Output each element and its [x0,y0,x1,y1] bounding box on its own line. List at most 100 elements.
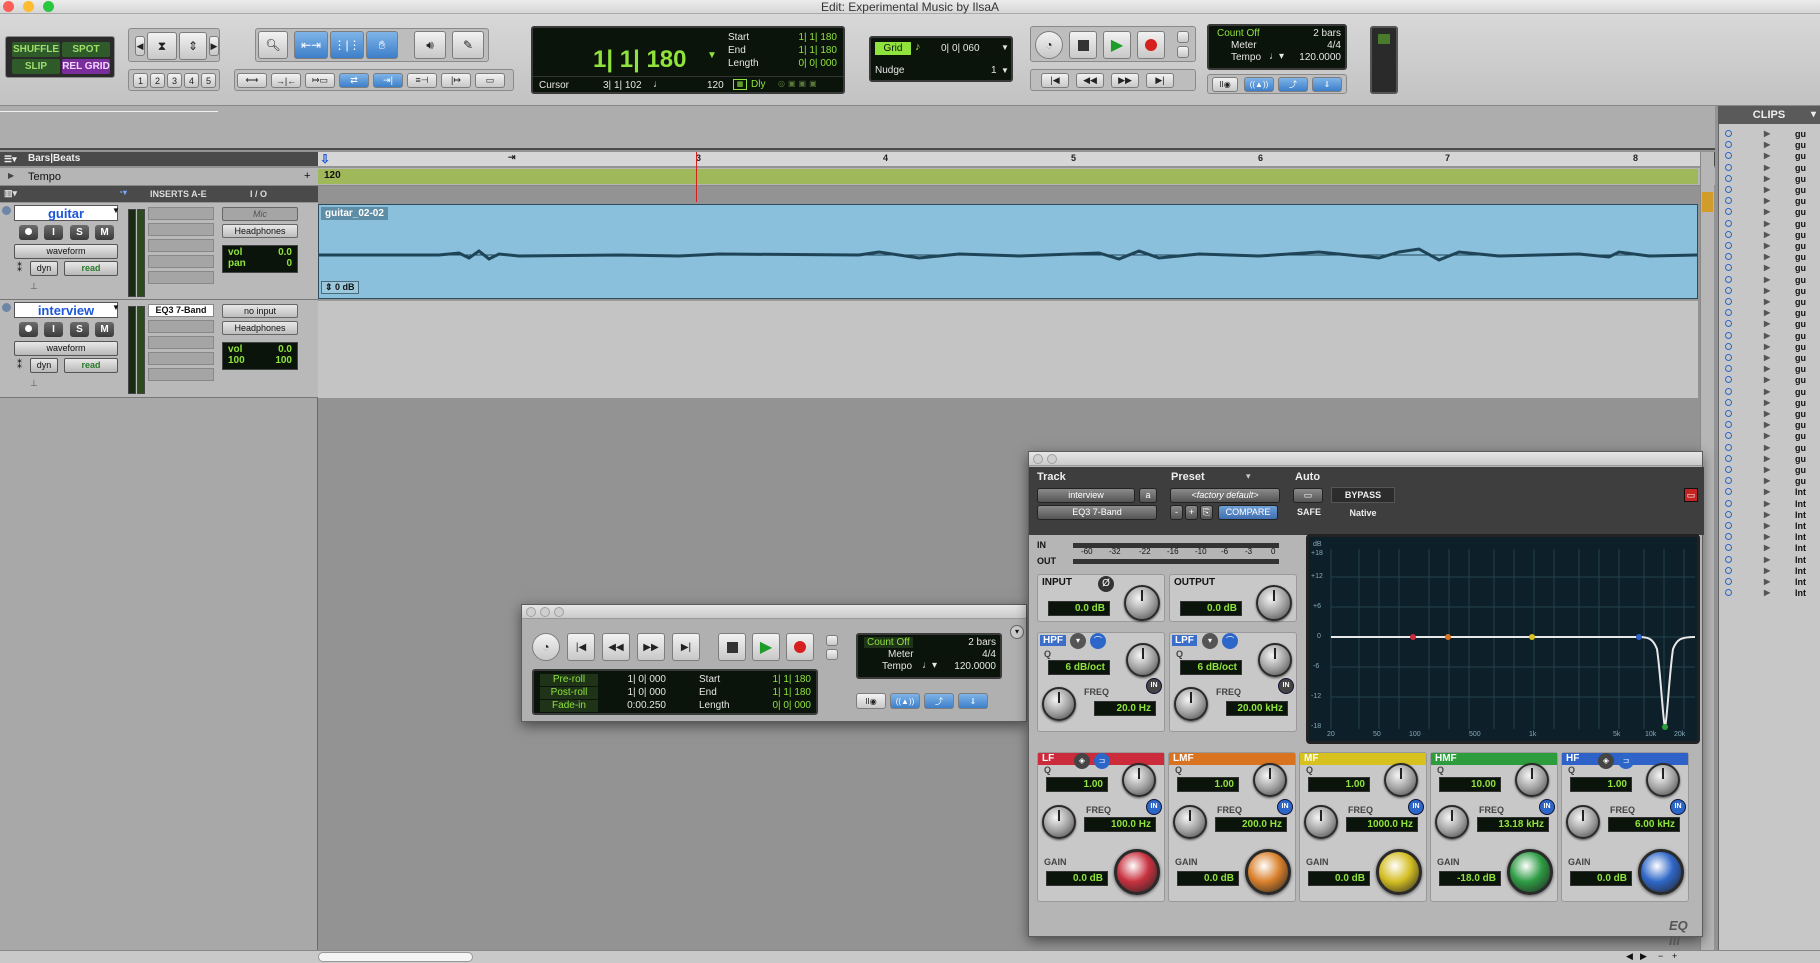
bars-beats-ruler[interactable]: ☰▾ Bars|Beats ⇩ ⇥ 3 4 5 6 7 8 [0,152,1715,166]
clip-list-item[interactable]: ▶ gu [1720,454,1818,465]
waveform-zoom-icon[interactable]: ⧗ [147,32,177,60]
band-freq-knob[interactable] [1304,805,1338,839]
grid-toggle-button[interactable]: Grid [875,42,911,55]
eq-window-titlebar[interactable] [1029,452,1702,466]
band-freq-value[interactable]: 100.0 Hz [1084,817,1156,832]
track-header-interview[interactable]: interview ▼ I S M waveform ⁑ dyn read ⊥ … [0,300,318,398]
phase-invert-icon[interactable]: Ø [1098,576,1114,592]
scrollbar-thumb[interactable] [318,952,473,962]
minimize-window-icon[interactable] [540,607,550,617]
insert-slot-b[interactable] [148,320,214,333]
band-freq-value[interactable]: 6.00 kHz [1608,817,1680,832]
clip-list-item[interactable]: ▶ gu [1720,409,1818,420]
band-freq-knob[interactable] [1173,805,1207,839]
clip-list-item[interactable]: ▶ gu [1720,465,1818,476]
clip-list-item[interactable]: ▶ Int [1720,532,1818,543]
clip-list-item[interactable]: ▶ gu [1720,443,1818,454]
pencil-tool-icon[interactable]: ✎ [452,31,484,59]
link-timeline-icon[interactable]: ↦▭ [305,73,335,88]
tab-to-transient-icon[interactable]: ⟷ [237,73,267,88]
clip-list-item[interactable]: ▶ Int [1720,543,1818,554]
band-q-knob[interactable] [1122,763,1156,797]
interview-track-lane[interactable] [318,300,1698,398]
clip-list-item[interactable]: ▶ Int [1720,510,1818,521]
insert-slot-d[interactable] [148,352,214,365]
dyn-button[interactable]: dyn [30,358,58,373]
clip-list-item[interactable]: ▶ gu [1720,476,1818,487]
clip-list-item[interactable]: ▶ gu [1720,431,1818,442]
track-name-dropdown-icon[interactable]: ▼ [112,303,120,312]
ruler-menu-icon[interactable]: ☰▾ [4,154,17,165]
length-value[interactable]: 0| 0| 000 [773,58,837,69]
loop-record-icon[interactable] [1177,46,1189,58]
record-icon[interactable] [786,633,814,661]
band-in-button[interactable]: IN [1277,799,1293,815]
selector-tool-icon[interactable]: ⋮|⋮ [330,31,364,59]
rel-grid-mode-button[interactable]: REL GRID [62,59,110,74]
band-gain-value[interactable]: -18.0 dB [1439,871,1501,886]
clips-menu-icon[interactable]: ▾ [1811,106,1816,124]
scroll-right-icon[interactable]: ▶ [1640,951,1647,962]
play-icon[interactable]: ▶ [752,633,780,661]
rewind-icon[interactable]: ◀◀ [602,633,630,661]
lpf-q-knob[interactable] [1258,643,1292,677]
clip-list-item[interactable]: ▶ gu [1720,163,1818,174]
close-window-icon[interactable] [526,607,536,617]
return-to-zero-icon[interactable]: |◀ [567,633,595,661]
next-preset-button[interactable]: + [1185,505,1198,520]
postroll-label[interactable]: Post-roll [540,687,598,699]
vol-value[interactable]: 0.0 [278,344,292,355]
vol-value[interactable]: 0.0 [278,247,292,258]
insert-slot-c[interactable] [148,239,214,252]
main-counter-value[interactable]: 1| 1| 180 [593,46,687,74]
scroll-left-icon[interactable]: ◀ [1626,951,1633,962]
band-in-button[interactable]: IN [1146,799,1162,815]
clip-list-item[interactable]: ▶ Int [1720,555,1818,566]
tempo-strip[interactable]: 120 [318,169,1698,184]
elastic-audio-icon[interactable]: ⁑ [17,263,22,274]
clip-list-item[interactable]: ▶ Int [1720,487,1818,498]
insert-slot-a[interactable] [148,207,214,220]
band-freq-knob[interactable] [1042,805,1076,839]
link-track-icon[interactable]: ⇄ [339,73,369,88]
band-peak-icon[interactable]: ◈ [1598,753,1614,769]
insert-slot-c[interactable] [148,336,214,349]
zoom-plus-icon[interactable]: + [1672,951,1677,961]
band-gain-knob[interactable] [1638,849,1684,895]
band-shelf-icon[interactable]: ⊐ [1618,753,1634,769]
hpf-enable-icon[interactable]: ⌒ [1090,633,1106,649]
loop-playback-icon[interactable] [826,635,838,646]
clip-list-item[interactable]: ▶ gu [1720,297,1818,308]
track-options-icon[interactable]: ◔▾ [118,188,127,197]
bypass-button[interactable]: BYPASS [1331,487,1395,503]
keyboard-focus-icon[interactable]: |↦ [441,73,471,88]
spot-mode-button[interactable]: SPOT [62,42,110,57]
lpf-freq-value[interactable]: 20.00 kHz [1226,701,1288,716]
clip-list-item[interactable]: ▶ gu [1720,286,1818,297]
clip-list-item[interactable]: ▶ gu [1720,319,1818,330]
fast-forward-icon[interactable]: ▶▶ [637,633,665,661]
track-view-selector[interactable]: waveform [14,341,118,356]
horizontal-scrollbar[interactable]: ◀ ▶ − + [0,950,1820,963]
meter-value[interactable]: 4/4 [948,649,996,660]
output-gain-value[interactable]: 0.0 dB [1180,601,1242,616]
trim-tool-icon[interactable]: ⇤⇥ [294,31,328,59]
fast-forward-icon[interactable]: ▶▶ [1111,73,1139,88]
hpf-q-knob[interactable] [1126,643,1160,677]
insert-slot-e[interactable] [148,271,214,284]
output-gain-knob[interactable] [1256,585,1292,621]
hpf-type-icon[interactable]: ▾ [1070,633,1086,649]
meter-value[interactable]: 4/4 [1299,40,1341,51]
track-list-menu-icon[interactable]: ▥▾ [4,188,17,199]
band-gain-value[interactable]: 0.0 dB [1046,871,1108,886]
midi-zoom-icon[interactable]: ⇕ [179,32,207,60]
solo-button[interactable]: S [70,225,89,240]
online-icon[interactable]: ◔ [1035,31,1063,59]
loop-record-icon[interactable] [826,649,838,660]
clip-list-item[interactable]: ▶ gu [1720,364,1818,375]
zoom-preset-3[interactable]: 3 [167,73,182,88]
input-monitor-button[interactable]: I [44,225,63,240]
output-selector[interactable]: Headphones [222,321,298,335]
clip-list-item[interactable]: ▶ gu [1720,342,1818,353]
band-freq-knob[interactable] [1435,805,1469,839]
